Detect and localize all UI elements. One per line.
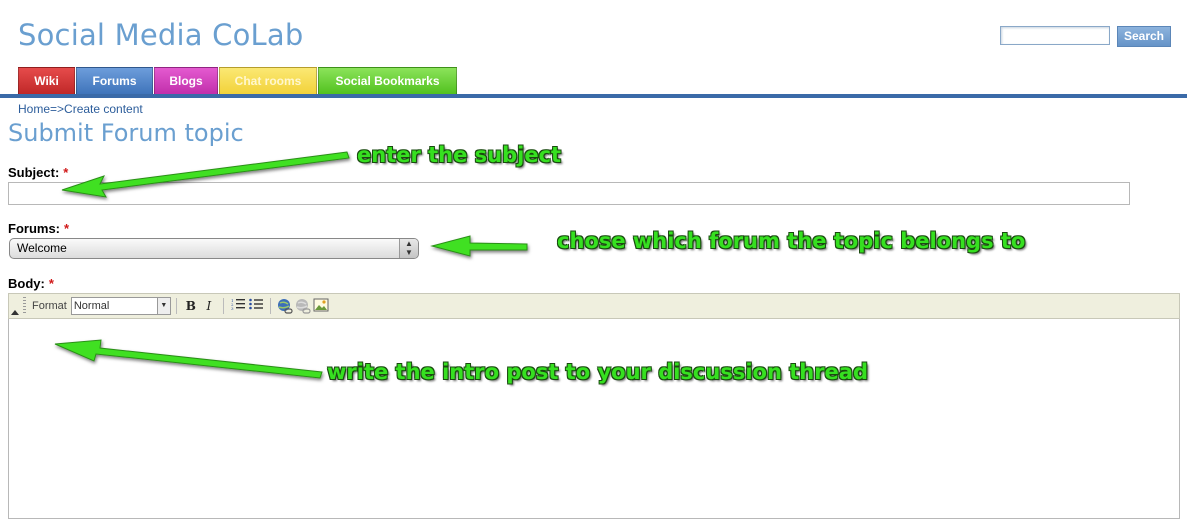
- subject-input[interactable]: [8, 182, 1130, 205]
- nav-divider: [0, 94, 1187, 98]
- toolbar-separator: [222, 298, 224, 314]
- tab-forums[interactable]: Forums: [76, 67, 153, 94]
- subject-label: Subject: *: [8, 165, 68, 180]
- toolbar-grip-icon: [23, 297, 26, 315]
- forums-selected-value: Welcome: [17, 241, 67, 255]
- svg-text:3: 3: [231, 306, 234, 310]
- tab-blogs[interactable]: Blogs: [154, 67, 218, 94]
- toolbar-separator: [269, 298, 271, 314]
- collapse-toolbar-icon[interactable]: [9, 294, 19, 318]
- link-icon[interactable]: [276, 297, 294, 315]
- main-nav: Wiki Forums Blogs Chat rooms Social Book…: [18, 67, 457, 94]
- format-select[interactable]: Normal ▼: [70, 297, 171, 315]
- required-marker: *: [63, 165, 69, 180]
- up-down-arrows-icon: ▲ ▼: [399, 239, 418, 258]
- site-title[interactable]: Social Media CoLab: [18, 18, 303, 52]
- body-label-text: Body:: [8, 276, 45, 291]
- forums-select[interactable]: Welcome ▲ ▼: [9, 238, 419, 259]
- search-input[interactable]: [1000, 26, 1110, 45]
- image-icon[interactable]: [312, 297, 330, 315]
- italic-icon[interactable]: I: [200, 297, 218, 315]
- bold-icon[interactable]: B: [182, 297, 200, 315]
- forums-label-text: Forums:: [8, 221, 60, 236]
- annotation-body: write the intro post to your discussion …: [327, 360, 868, 384]
- tab-wiki[interactable]: Wiki: [18, 67, 75, 94]
- page-title: Submit Forum topic: [8, 119, 244, 147]
- body-label: Body: *: [8, 276, 54, 291]
- bullet-list-icon[interactable]: [247, 297, 265, 315]
- subject-label-text: Subject:: [8, 165, 60, 180]
- required-marker: *: [48, 276, 54, 291]
- arrow-to-forums: [430, 235, 528, 257]
- required-marker: *: [64, 221, 70, 236]
- annotation-forums: chose which forum the topic belongs to: [557, 229, 1026, 253]
- chevron-down-icon: ▼: [156, 298, 170, 314]
- annotation-subject: enter the subject: [357, 143, 562, 167]
- forums-label: Forums: *: [8, 221, 69, 236]
- toolbar-separator: [175, 298, 177, 314]
- breadcrumb[interactable]: Home=>Create content: [18, 102, 143, 116]
- format-label: Format: [32, 300, 67, 312]
- tab-chat-rooms[interactable]: Chat rooms: [219, 67, 317, 94]
- unlink-icon[interactable]: [294, 297, 312, 315]
- body-editor[interactable]: [8, 319, 1180, 519]
- editor-toolbar: Format Normal ▼ B I 123: [8, 293, 1180, 319]
- numbered-list-icon[interactable]: 123: [229, 297, 247, 315]
- format-selected-value: Normal: [73, 300, 110, 312]
- tab-social-bookmarks[interactable]: Social Bookmarks: [318, 67, 457, 94]
- search-button[interactable]: Search: [1117, 26, 1171, 47]
